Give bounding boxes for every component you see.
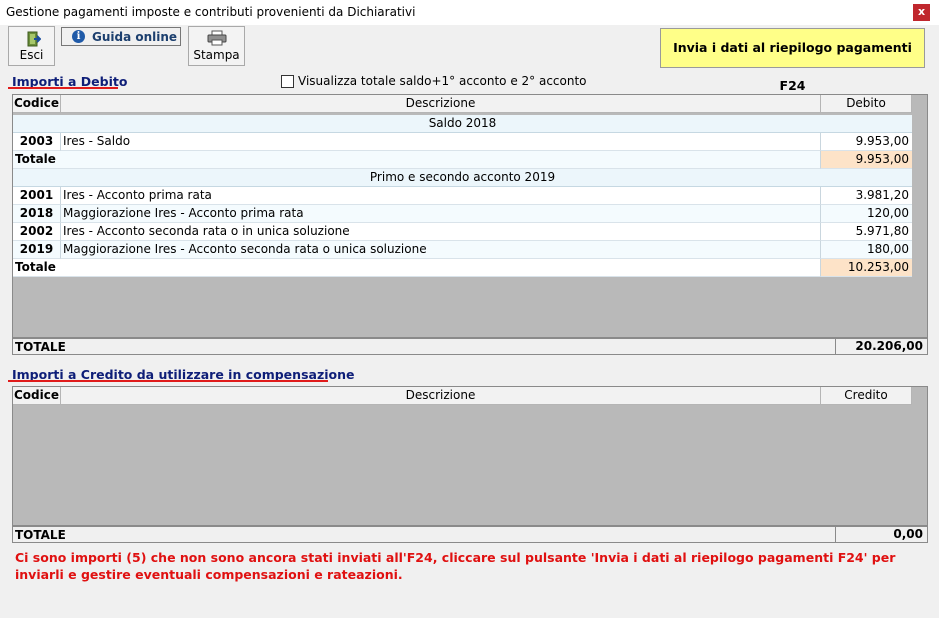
credit-title-underline	[8, 380, 328, 382]
subtotal-label: Totale	[13, 151, 821, 169]
exit-button[interactable]: Esci	[8, 26, 55, 66]
close-button[interactable]: x	[913, 4, 930, 21]
show-total-checkbox-label: Visualizza totale saldo+1° acconto e 2° …	[298, 74, 587, 88]
exit-label: Esci	[19, 48, 44, 62]
exit-icon	[27, 31, 41, 47]
credit-grand-total-value: 0,00	[835, 527, 925, 542]
online-guide-label: Guida online	[92, 30, 178, 44]
row-amount: 120,00	[821, 205, 912, 223]
warning-message: Ci sono importi (5) che non sono ancora …	[15, 550, 896, 582]
description-column-header[interactable]: Descrizione	[61, 95, 821, 113]
debit-header-row: Codice Descrizione Debito	[13, 95, 927, 113]
subtotal-value: 9.953,00	[821, 151, 912, 169]
row-description: Ires - Acconto seconda rata o in unica s…	[61, 223, 821, 241]
description-column-header[interactable]: Descrizione	[61, 387, 821, 405]
group-header-row: Primo e secondo acconto 2019	[13, 169, 912, 187]
row-code: 2018	[13, 205, 61, 223]
send-to-f24-button[interactable]: Invia i dati al riepilogo pagamenti F24	[660, 28, 925, 93]
table-row[interactable]: 2003 Ires - Saldo 9.953,00	[13, 133, 912, 151]
subtotal-value: 10.253,00	[821, 259, 912, 277]
table-row[interactable]: 2019 Maggiorazione Ires - Acconto second…	[13, 241, 912, 259]
row-description: Maggiorazione Ires - Acconto seconda rat…	[61, 241, 821, 259]
credit-header-row: Codice Descrizione Credito	[13, 387, 927, 405]
row-description: Ires - Acconto prima rata	[61, 187, 821, 205]
group-title: Saldo 2018	[13, 115, 912, 133]
group-title: Primo e secondo acconto 2019	[13, 169, 912, 187]
subtotal-row: Totale 10.253,00	[13, 259, 912, 277]
table-row[interactable]: 2018 Maggiorazione Ires - Acconto prima …	[13, 205, 912, 223]
row-code: 2019	[13, 241, 61, 259]
checkbox-box[interactable]	[281, 75, 294, 88]
print-label: Stampa	[193, 48, 240, 62]
debit-grand-total-label: TOTALE	[15, 340, 66, 354]
printer-icon	[207, 30, 227, 46]
debit-title-underline	[8, 87, 118, 89]
title-bar: Gestione pagamenti imposte e contributi …	[0, 0, 939, 25]
debit-grid: Codice Descrizione Debito Saldo 2018 200…	[12, 94, 928, 338]
row-code: 2001	[13, 187, 61, 205]
row-description: Ires - Saldo	[61, 133, 821, 151]
code-column-header[interactable]: Codice	[13, 95, 61, 113]
table-row[interactable]: 2001 Ires - Acconto prima rata 3.981,20	[13, 187, 912, 205]
window-title: Gestione pagamenti imposte e contributi …	[6, 5, 416, 19]
group-header-row: Saldo 2018	[13, 115, 912, 133]
subtotal-row: Totale 9.953,00	[13, 151, 912, 169]
table-row[interactable]: 2002 Ires - Acconto seconda rata o in un…	[13, 223, 912, 241]
credit-column-header[interactable]: Credito	[821, 387, 912, 405]
row-code: 2002	[13, 223, 61, 241]
print-button[interactable]: Stampa	[188, 26, 245, 66]
row-amount: 9.953,00	[821, 133, 912, 151]
debit-column-header[interactable]: Debito	[821, 95, 912, 113]
debit-grand-total-value: 20.206,00	[835, 339, 925, 354]
credit-grid: Codice Descrizione Credito	[12, 386, 928, 526]
row-amount: 3.981,20	[821, 187, 912, 205]
row-amount: 5.971,80	[821, 223, 912, 241]
debit-grand-total-bar: TOTALE 20.206,00	[12, 338, 928, 355]
info-icon: i	[72, 30, 85, 43]
code-column-header[interactable]: Codice	[13, 387, 61, 405]
subtotal-label: Totale	[13, 259, 821, 277]
row-code: 2003	[13, 133, 61, 151]
credit-grand-total-bar: TOTALE 0,00	[12, 526, 928, 543]
row-amount: 180,00	[821, 241, 912, 259]
credit-grand-total-label: TOTALE	[15, 528, 66, 542]
row-description: Maggiorazione Ires - Acconto prima rata	[61, 205, 821, 223]
online-guide-button[interactable]: i Guida online	[61, 27, 181, 46]
